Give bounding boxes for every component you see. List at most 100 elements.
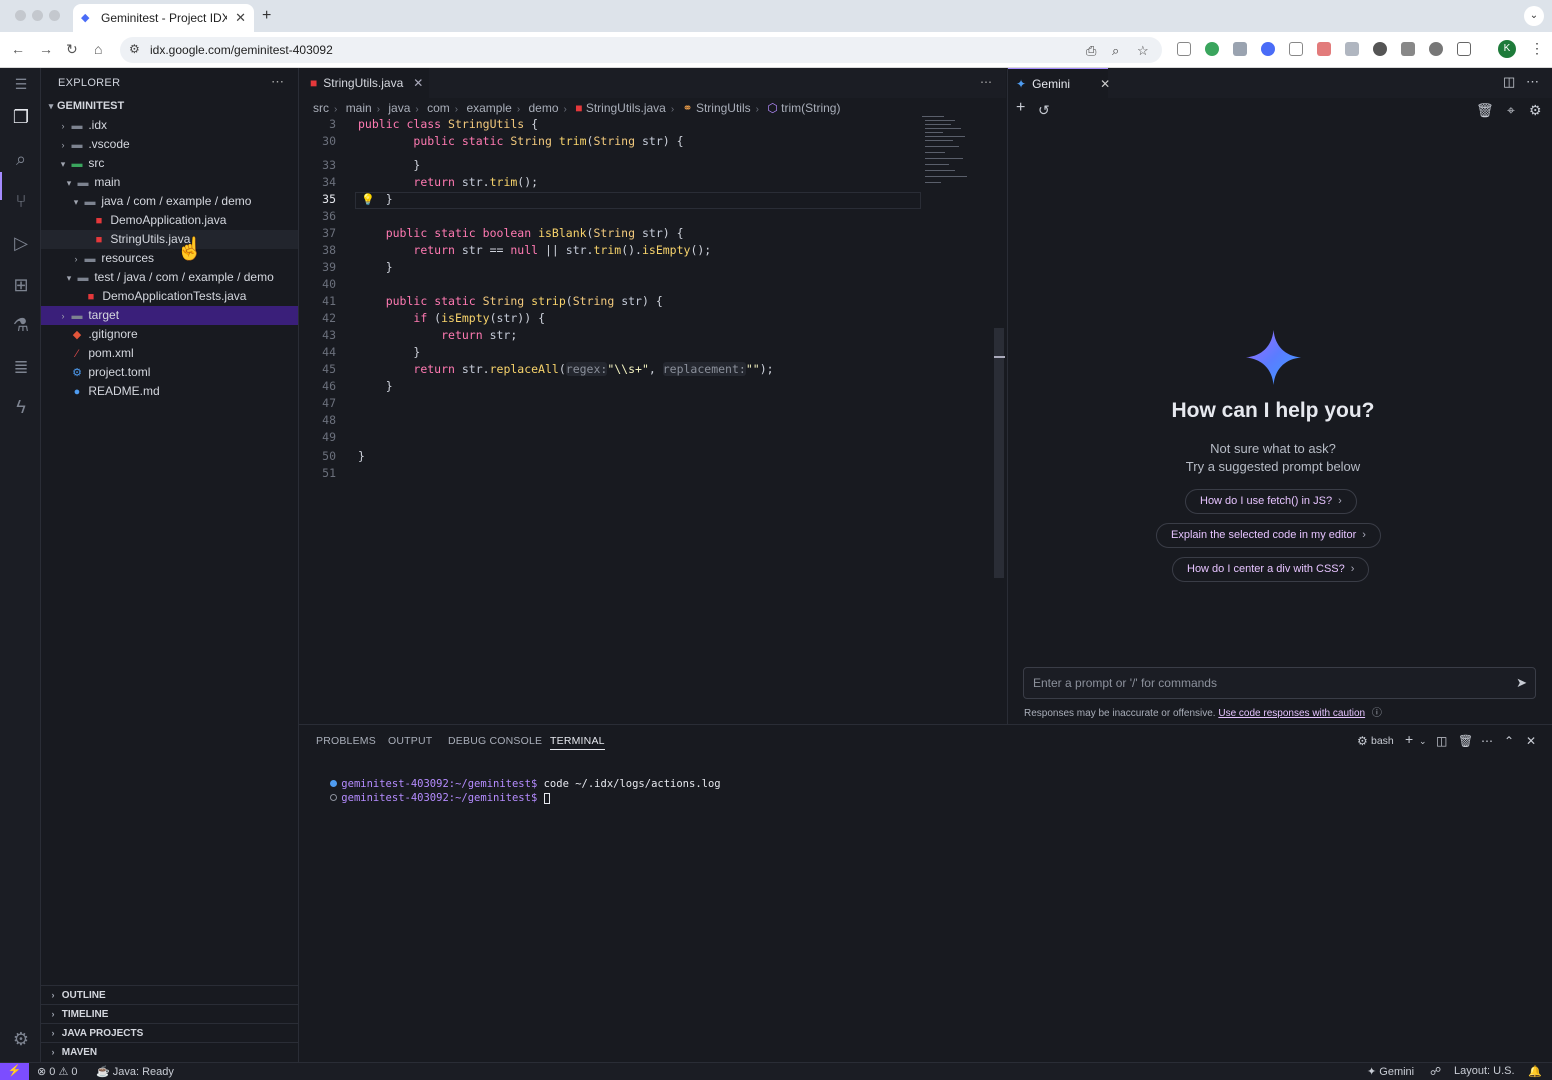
outline-list-icon[interactable]: ≣ (10, 356, 32, 378)
extensions-icon[interactable]: ⊞ (10, 274, 32, 296)
more-actions-icon[interactable]: ⋯ (1526, 74, 1539, 90)
close-panel-icon[interactable]: ✕ (1526, 734, 1536, 748)
breadcrumb-item[interactable]: demo (529, 101, 559, 115)
terminal-line[interactable]: geminitest-403092:~/geminitest$ (305, 780, 550, 816)
tree-item-demoapplicationtests[interactable]: ■ DemoApplicationTests.java (41, 287, 298, 306)
code-line[interactable]: 34 return str.trim(); (299, 174, 919, 191)
gemini-status[interactable]: ✦ Gemini (1367, 1065, 1414, 1078)
feedback-icon[interactable]: ☍ (1430, 1065, 1441, 1078)
notifications-bell-icon[interactable]: 🔔 (1528, 1065, 1542, 1078)
code-line[interactable]: 42 if (isEmpty(str)) { (299, 310, 919, 327)
suggested-prompt-button[interactable]: How do I use fetch() in JS? › (1185, 489, 1357, 514)
extension-icon-4[interactable] (1261, 42, 1275, 56)
code-line[interactable]: 50} (299, 448, 919, 465)
tag-icon[interactable]: ⌖ (1507, 102, 1515, 119)
code-line[interactable]: 44 } (299, 344, 919, 361)
delete-icon[interactable]: 🗑 (1476, 102, 1494, 119)
new-terminal-icon[interactable]: + (1405, 731, 1413, 747)
tree-item-pom[interactable]: ⁄ pom.xml (41, 344, 298, 363)
code-line[interactable]: 36 (299, 208, 919, 225)
close-icon[interactable]: ✕ (413, 76, 423, 90)
gemini-tab[interactable]: ✦ Gemini ✕ (1008, 68, 1110, 98)
menu-icon[interactable]: ☰ (10, 73, 32, 95)
breadcrumb-item[interactable]: src (313, 101, 329, 115)
tree-item-vscode[interactable]: › ▬ .vscode (41, 135, 298, 154)
extension-icon-2[interactable] (1205, 42, 1219, 56)
tree-item-readme[interactable]: ● README.md (41, 382, 298, 401)
breadcrumb-item[interactable]: StringUtils (696, 101, 751, 115)
suggested-prompt-button[interactable]: Explain the selected code in my editor › (1156, 523, 1381, 548)
java-projects-section[interactable]: › JAVA PROJECTS (41, 1023, 298, 1042)
tree-item-stringutils[interactable]: ■ StringUtils.java (41, 230, 298, 249)
chevron-down-icon[interactable]: ⌄ (1419, 736, 1427, 747)
breadcrumb-item[interactable]: StringUtils.java (586, 101, 666, 115)
split-terminal-icon[interactable]: ◫ (1436, 734, 1447, 748)
tab-search-button[interactable]: ⌄ (1524, 6, 1544, 26)
explorer-more-icon[interactable]: ⋯ (271, 74, 284, 90)
prompt-input[interactable]: Enter a prompt or '/' for commands ➤ (1023, 667, 1536, 699)
maven-section[interactable]: › MAVEN (41, 1042, 298, 1061)
tree-item-idx[interactable]: › ▬ .idx (41, 116, 298, 135)
code-line[interactable]: 33 } (299, 157, 919, 174)
editor-scrollbar[interactable] (994, 328, 1004, 578)
window-close-button[interactable] (15, 10, 26, 21)
lightning-icon[interactable]: ϟ (10, 396, 32, 418)
terminal-shell-label[interactable]: bash (1371, 735, 1394, 747)
maximize-panel-icon[interactable]: ⌃ (1504, 734, 1514, 748)
tree-item-src[interactable]: ▾ ▬ src (41, 154, 298, 173)
tree-item-java-package[interactable]: ▾ ▬ java / com / example / demo (41, 192, 298, 211)
suggested-prompt-button[interactable]: How do I center a div with CSS? › (1172, 557, 1370, 582)
tree-item-main[interactable]: ▾ ▬ main (41, 173, 298, 192)
breadcrumb-item[interactable]: java (388, 101, 410, 115)
site-info-icon[interactable]: ⚙ (129, 42, 140, 56)
outline-section[interactable]: › OUTLINE (41, 985, 298, 1004)
tab-terminal[interactable]: TERMINAL (550, 735, 605, 750)
run-debug-icon[interactable]: ▷ (10, 232, 32, 254)
code-line[interactable]: 43 return str; (299, 327, 919, 344)
extension-icon-7[interactable] (1345, 42, 1359, 56)
search-icon[interactable]: ⌕ (10, 148, 32, 170)
breadcrumb-item[interactable]: trim(String) (781, 101, 840, 115)
code-line[interactable]: 3 public class StringUtils { (299, 116, 919, 133)
profile-avatar[interactable]: K (1498, 40, 1516, 58)
extension-icon-8[interactable] (1373, 42, 1387, 56)
bookmark-star-icon[interactable]: ☆ (1137, 43, 1149, 59)
history-icon[interactable]: ↺ (1038, 102, 1050, 119)
keyboard-layout-status[interactable]: Layout: U.S. (1454, 1065, 1515, 1077)
code-line[interactable]: 41 public static String strip(String str… (299, 293, 919, 310)
extension-icon-10[interactable] (1429, 42, 1443, 56)
browser-tab[interactable]: ◆ Geminitest - Project IDX ✕ (73, 4, 254, 32)
testing-icon[interactable]: ⚗ (10, 314, 32, 336)
new-tab-button[interactable]: + (262, 7, 271, 25)
close-tab-icon[interactable]: ✕ (235, 10, 246, 26)
extensions-puzzle-icon[interactable] (1457, 42, 1471, 56)
code-line[interactable]: 40 (299, 276, 919, 293)
code-line[interactable]: 48 (299, 412, 919, 429)
minimap[interactable] (922, 116, 972, 196)
code-line[interactable]: 37 public static boolean isBlank(String … (299, 225, 919, 242)
split-editor-icon[interactable]: ◫ (1503, 74, 1515, 90)
tree-item-project-toml[interactable]: ⚙ project.toml (41, 363, 298, 382)
breadcrumb-item[interactable]: main (346, 101, 372, 115)
explorer-icon[interactable]: ❐ (10, 106, 32, 128)
install-app-icon[interactable]: ⎙ (1086, 43, 1096, 59)
new-chat-icon[interactable]: + (1016, 99, 1025, 117)
back-button[interactable]: ← (11, 41, 25, 57)
remote-indicator-icon[interactable]: ⚡ (0, 1063, 29, 1080)
tree-item-test-package[interactable]: ▾ ▬ test / java / com / example / demo (41, 268, 298, 287)
timeline-section[interactable]: › TIMELINE (41, 1004, 298, 1023)
tree-item-gitignore[interactable]: ◆ .gitignore (41, 325, 298, 344)
java-status[interactable]: ☕ Java: Ready (96, 1065, 174, 1078)
problems-status[interactable]: ⊗ 0 ⚠ 0 (37, 1065, 78, 1078)
window-maximize-button[interactable] (49, 10, 60, 21)
more-actions-icon[interactable]: ⋯ (1481, 734, 1493, 748)
code-line[interactable]: 47 (299, 395, 919, 412)
info-icon[interactable]: ⓘ (1372, 708, 1382, 719)
code-line[interactable]: 39 } (299, 259, 919, 276)
code-line[interactable]: 30 public static String trim(String str)… (299, 133, 919, 150)
extension-icon-3[interactable] (1233, 42, 1247, 56)
editor-more-icon[interactable]: ⋯ (980, 75, 992, 89)
extension-icon-1[interactable] (1177, 42, 1191, 56)
send-icon[interactable]: ➤ (1516, 675, 1527, 691)
address-bar[interactable]: ⚙ idx.google.com/geminitest-403092 ⎙ ⌕ ☆ (120, 37, 1162, 63)
